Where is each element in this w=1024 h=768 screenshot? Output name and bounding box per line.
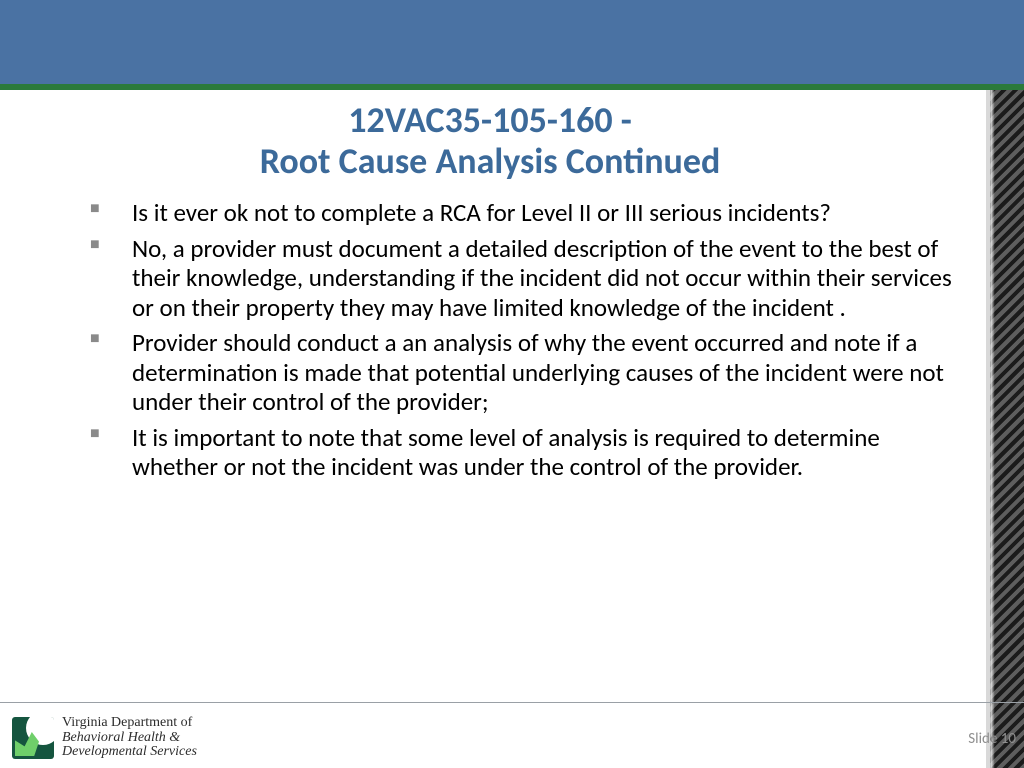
logo-mark-icon: [12, 717, 54, 759]
slide-title: 12VAC35-105-160 - Root Cause Analysis Co…: [0, 100, 980, 183]
slide-body: Is it ever ok not to complete a RCA for …: [90, 198, 960, 488]
footer: Virginia Department of Behavioral Health…: [0, 702, 1024, 768]
slide-number: Slide 10: [968, 730, 1016, 748]
bullet-list: Is it ever ok not to complete a RCA for …: [90, 198, 960, 482]
org-line3: Developmental Services: [62, 745, 197, 760]
org-logo: Virginia Department of Behavioral Health…: [12, 716, 197, 760]
decorative-strip: [988, 90, 1024, 768]
list-item: Is it ever ok not to complete a RCA for …: [90, 198, 960, 228]
title-main: Root Cause Analysis Continued: [0, 141, 980, 182]
footer-rule: [0, 702, 1024, 703]
header-band: [0, 0, 1024, 84]
list-item: Provider should conduct a an analysis of…: [90, 328, 960, 417]
title-code: 12VAC35-105-160 -: [0, 100, 980, 141]
list-item: No, a provider must document a detailed …: [90, 234, 960, 323]
slide: 12VAC35-105-160 - Root Cause Analysis Co…: [0, 0, 1024, 768]
org-line2: Behavioral Health &: [62, 731, 197, 746]
list-item: It is important to note that some level …: [90, 423, 960, 482]
org-name: Virginia Department of Behavioral Health…: [62, 716, 197, 760]
header-rule: [0, 84, 1024, 90]
org-line1: Virginia Department of: [62, 716, 197, 731]
